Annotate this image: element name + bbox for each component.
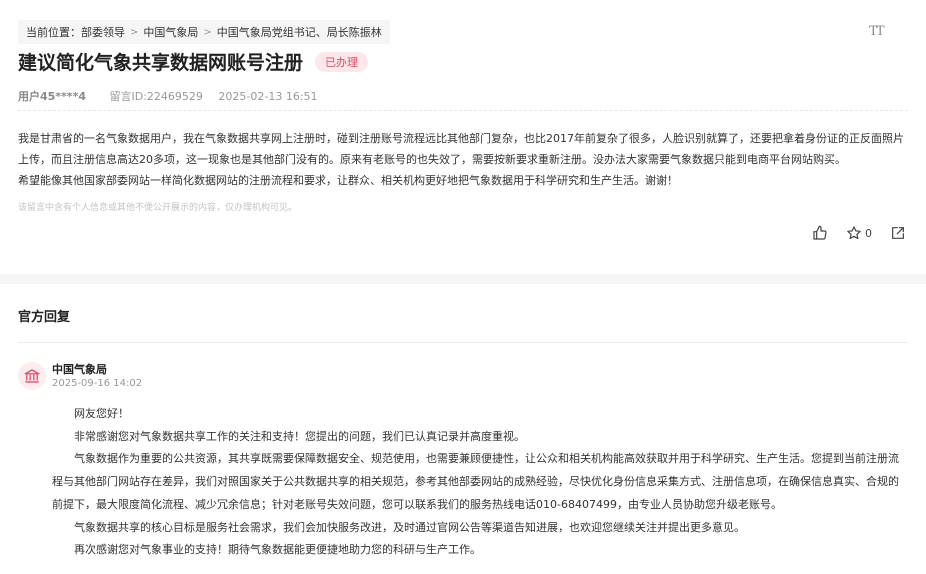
reply-paragraph: 再次感谢您对气象事业的支持！期待气象数据能更便捷地助力您的科研与生产工作。 [74, 543, 481, 557]
breadcrumb: 当前位置： 部委领导 > 中国气象局 > 中国气象局党组书记、局长陈振林 [18, 20, 390, 44]
reply-content: 网友您好！ 非常感谢您对气象数据共享工作的关注和支持！您提出的问题，我们已认真记… [52, 403, 908, 562]
dashed-divider [18, 110, 908, 111]
message-title: 建议简化气象共享数据网账号注册 [18, 52, 304, 74]
breadcrumb-link-director[interactable]: 中国气象局党组书记、局长陈振林 [217, 24, 382, 40]
share-icon [892, 227, 904, 239]
section-separator [0, 274, 926, 284]
reply-paragraph: 非常感谢您对气象数据共享工作的关注和支持！您提出的问题，我们已认真记录并高度重视… [74, 429, 525, 443]
like-button[interactable] [812, 225, 828, 241]
thumbs-up-icon [813, 225, 827, 240]
breadcrumb-separator: > [203, 26, 212, 38]
reply-paragraph: 气象数据作为重要的公共资源，其共享既需要保障数据安全、规范使用，也需要兼顾便捷性… [52, 452, 899, 511]
font-size-button[interactable]: TT [869, 24, 885, 39]
privacy-note: 该留言中含有个人信息或其他不便公开展示的内容，仅办理机构可见。 [18, 203, 298, 213]
title-row: 建议简化气象共享数据网账号注册 已办理 [18, 48, 369, 75]
message-paragraph: 希望能像其他国家部委网站一样简化数据网站的注册流程和要求，让群众、相关机构更好地… [18, 174, 678, 187]
breadcrumb-prefix: 当前位置： [26, 26, 81, 39]
star-icon [847, 226, 861, 240]
message-actions: 0 [794, 225, 906, 241]
star-count: 0 [865, 226, 872, 240]
breadcrumb-link-ministry-leaders[interactable]: 部委领导 [81, 24, 125, 40]
government-building-icon [24, 369, 40, 383]
share-button[interactable] [890, 225, 906, 241]
solid-divider [18, 342, 908, 343]
reply-greeting: 网友您好！ [74, 407, 129, 420]
user-name: 用户45****4 [18, 90, 86, 103]
favorite-button[interactable]: 0 [846, 225, 872, 241]
message-paragraph: 我是甘肃省的一名气象数据用户，我在气象数据共享网上注册时，碰到注册账号流程远比其… [18, 132, 904, 166]
breadcrumb-link-cma[interactable]: 中国气象局 [143, 24, 198, 40]
message-datetime: 2025-02-13 16:51 [218, 90, 318, 103]
message-content: 我是甘肃省的一名气象数据用户，我在气象数据共享网上注册时，碰到注册账号流程远比其… [18, 128, 908, 191]
breadcrumb-separator: > [130, 26, 139, 38]
message-id: 留言ID:22469529 [109, 90, 203, 103]
reply-date: 2025-09-16 14:02 [52, 378, 143, 389]
reply-org-name: 中国气象局 [52, 363, 107, 376]
status-badge: 已办理 [315, 51, 369, 72]
avatar [18, 362, 46, 390]
official-reply-heading: 官方回复 [18, 310, 71, 325]
reply-paragraph: 气象数据共享的核心目标是服务社会需求，我们会加快服务改进，及时通过官网公告等渠道… [74, 520, 745, 534]
message-meta: 用户45****4 留言ID:22469529 2025-02-13 16:51 [18, 88, 318, 104]
